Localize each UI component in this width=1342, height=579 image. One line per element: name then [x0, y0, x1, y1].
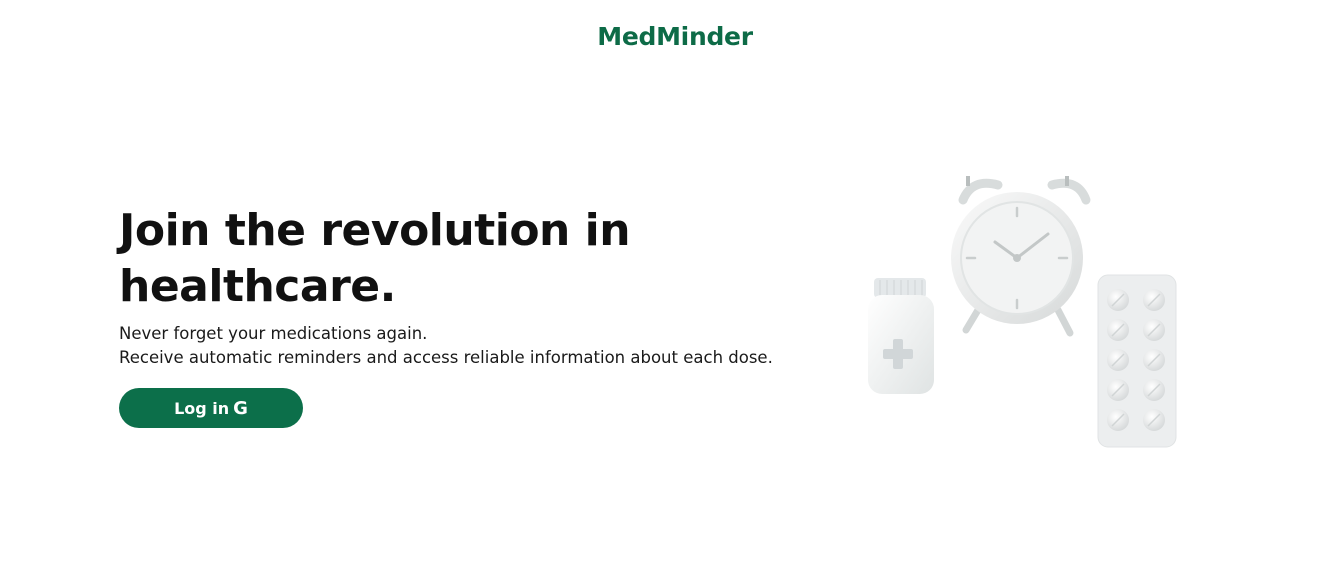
hero-description: Never forget your medications again. Rec… [119, 322, 773, 370]
pill-bottle-icon [868, 278, 934, 394]
hero-line-2: Receive automatic reminders and access r… [119, 348, 773, 367]
login-label: Log in [174, 398, 230, 418]
brand-logo: MedMinder [597, 22, 753, 51]
login-google-button[interactable]: Log in G [119, 388, 303, 428]
alarm-clock-icon [951, 176, 1091, 337]
google-icon: G [233, 397, 248, 419]
medication-illustration [868, 176, 1177, 448]
hero-line-1: Never forget your medications again. [119, 324, 428, 343]
hero-title: Join the revolution in healthcare. [119, 205, 631, 312]
pill-blister-pack-icon [1097, 274, 1177, 448]
